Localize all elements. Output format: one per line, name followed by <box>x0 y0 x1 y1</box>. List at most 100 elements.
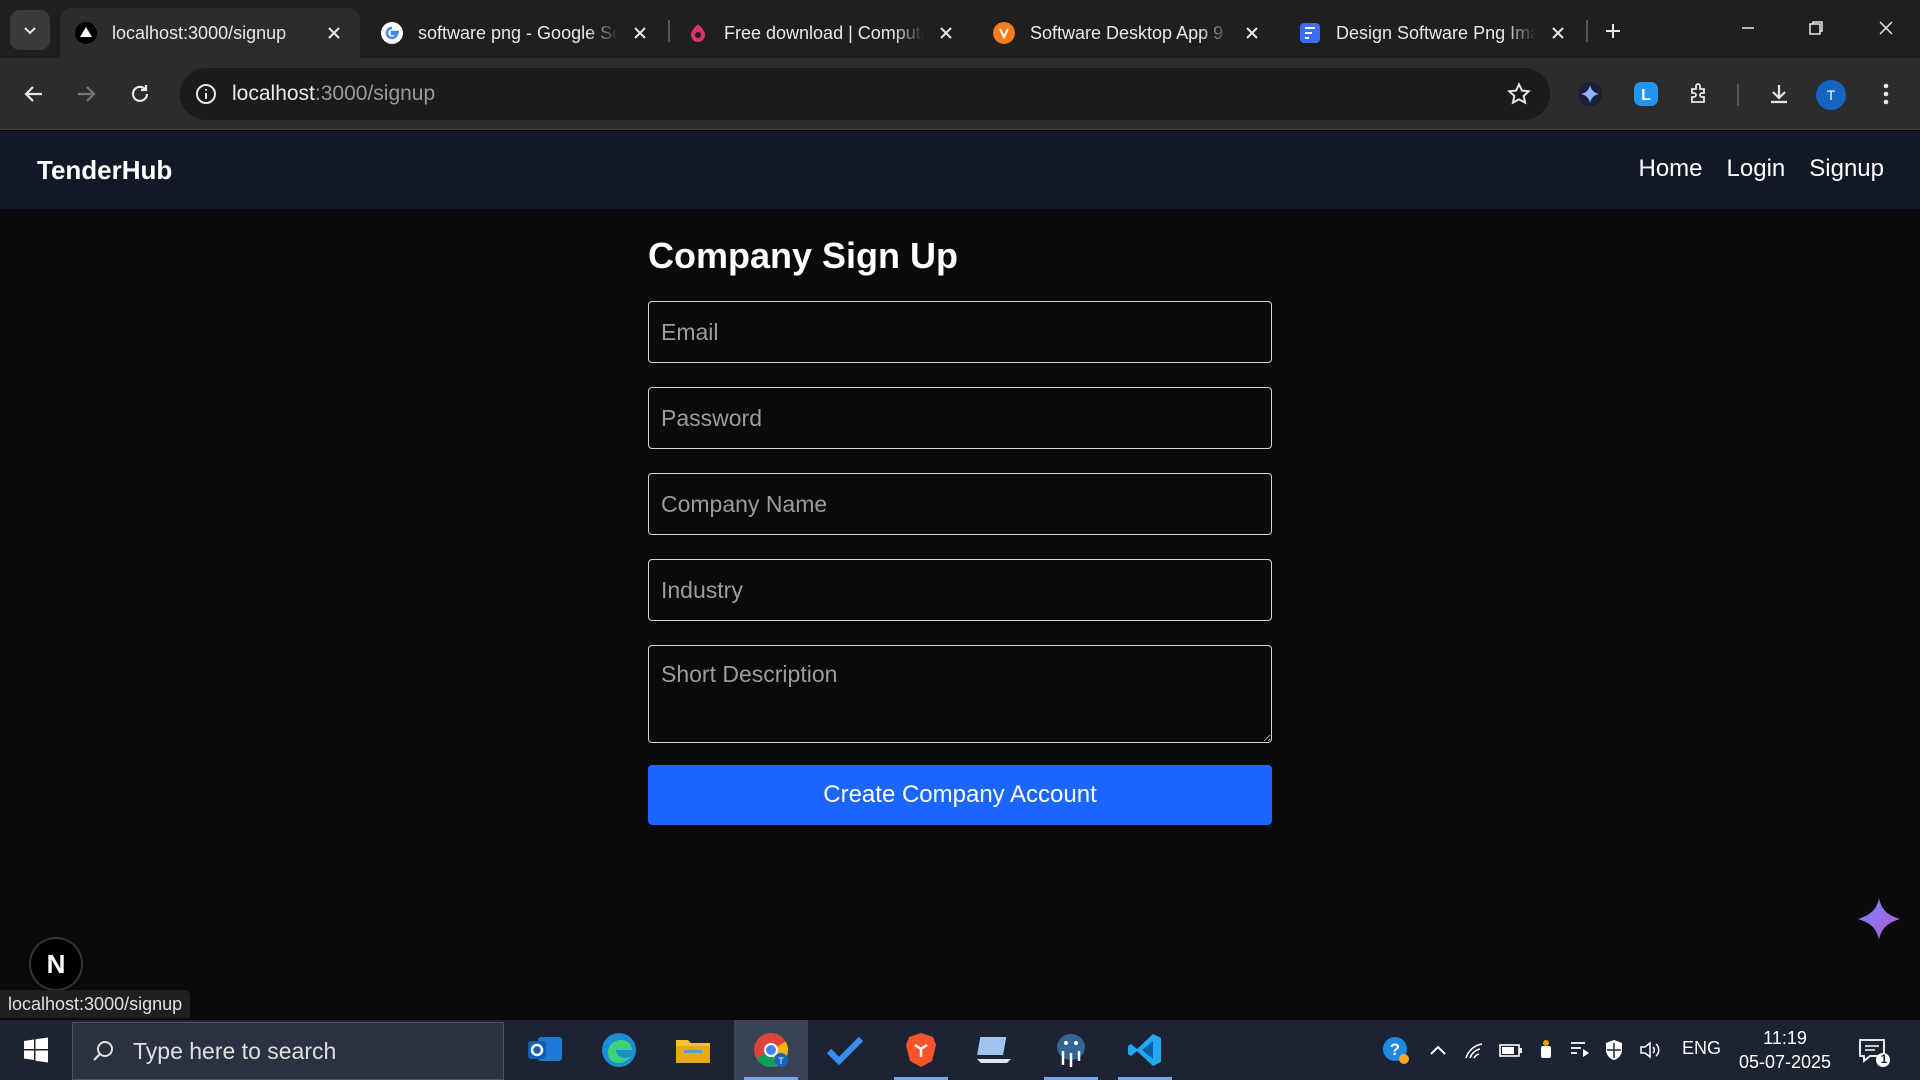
tab-title: Software Desktop App 9 <box>1030 22 1224 43</box>
create-company-account-button[interactable]: Create Company Account <box>648 765 1272 825</box>
toolbar-separator <box>1737 84 1739 106</box>
page-title: Company Sign Up <box>648 235 959 276</box>
back-button[interactable] <box>14 74 54 114</box>
close-window-button[interactable] <box>1862 8 1910 48</box>
chrome-app-icon[interactable]: T <box>734 1020 808 1080</box>
tab-separator <box>1586 20 1588 42</box>
svg-text:T: T <box>778 1056 784 1066</box>
reload-icon <box>131 85 149 102</box>
language-indicator[interactable]: ENG <box>1682 1038 1721 1059</box>
browser-tab-bar: localhost:3000/signup software png - Goo… <box>0 0 1920 58</box>
arrow-left-icon <box>24 86 42 102</box>
volume-icon[interactable] <box>1636 1036 1664 1064</box>
close-icon[interactable] <box>1240 21 1264 45</box>
tab-signup[interactable]: localhost:3000/signup <box>60 8 360 58</box>
tab-title: Design Software Png Images <box>1336 22 1536 43</box>
vercel-triangle-icon <box>74 21 98 45</box>
todo-app-icon[interactable] <box>808 1020 882 1080</box>
orange-logo-icon <box>992 21 1016 45</box>
battery-icon[interactable] <box>1496 1036 1526 1064</box>
taskbar-search-box[interactable]: Type here to search <box>72 1022 504 1080</box>
tab-design-software[interactable]: Design Software Png Images <box>1284 8 1584 58</box>
downloads-icon[interactable] <box>1759 74 1799 114</box>
clock-time: 11:19 <box>1763 1028 1807 1048</box>
restore-icon <box>1809 21 1823 35</box>
close-icon[interactable] <box>628 21 652 45</box>
brand-logo[interactable]: TenderHub <box>37 155 172 186</box>
brave-app-icon[interactable] <box>884 1020 958 1080</box>
chevron-up-icon[interactable] <box>1424 1036 1452 1064</box>
start-button[interactable] <box>14 1030 58 1070</box>
tab-title: Free download | Computer <box>724 22 924 43</box>
reload-button[interactable] <box>120 74 160 114</box>
edge-app-icon[interactable] <box>582 1020 656 1080</box>
nav-link-login[interactable]: Login <box>1727 155 1786 183</box>
tab-title: localhost:3000/signup <box>112 22 287 43</box>
chevron-down-icon <box>24 27 36 35</box>
minimize-icon <box>1742 27 1754 29</box>
url-text: localhost:3000/signup <box>232 82 435 106</box>
security-shield-icon[interactable] <box>1600 1036 1628 1064</box>
clock-date: 05-07-2025 <box>1738 1052 1832 1072</box>
nextjs-dev-badge[interactable]: N <box>29 937 83 991</box>
arrow-right-icon <box>78 86 96 102</box>
power-settings-icon[interactable] <box>1532 1036 1560 1064</box>
blue-doc-icon <box>1298 21 1322 45</box>
postgres-app-icon[interactable] <box>1034 1020 1108 1080</box>
company-name-field[interactable] <box>648 473 1272 535</box>
wifi-icon[interactable] <box>1462 1036 1490 1064</box>
windows-logo-icon <box>24 1037 48 1063</box>
new-tab-button[interactable] <box>1596 14 1630 48</box>
close-icon[interactable] <box>1546 21 1570 45</box>
tab-separator <box>668 20 670 42</box>
search-placeholder: Type here to search <box>133 1037 337 1064</box>
svg-text:?: ? <box>1390 1040 1400 1059</box>
password-field[interactable] <box>648 387 1272 449</box>
plus-icon <box>1606 24 1620 38</box>
google-icon <box>380 21 404 45</box>
close-icon <box>1879 21 1893 35</box>
extensions-puzzle-icon[interactable] <box>1680 74 1720 114</box>
address-bar[interactable]: localhost:3000/signup <box>180 68 1550 120</box>
notification-center-button[interactable]: 1 <box>1856 1034 1892 1070</box>
status-bar-url: localhost:3000/signup <box>0 990 191 1018</box>
company-signup-form: Company Sign Up Create Company Account <box>648 209 1272 825</box>
pinkpng-icon <box>686 21 710 45</box>
menu-kebab-icon[interactable] <box>1866 74 1906 114</box>
help-icon[interactable]: ? <box>1378 1036 1414 1064</box>
tab-free-download[interactable]: Free download | Computer <box>672 8 972 58</box>
url-path: :3000/signup <box>314 82 436 105</box>
industry-field[interactable] <box>648 559 1272 621</box>
laptop-app-icon[interactable] <box>958 1020 1032 1080</box>
profile-avatar[interactable]: T <box>1816 80 1846 110</box>
forward-button[interactable] <box>66 74 106 114</box>
browser-toolbar: localhost:3000/signup L T <box>0 58 1920 130</box>
tab-search-button[interactable] <box>10 10 50 50</box>
tab-software-desktop-app[interactable]: Software Desktop App 9 <box>978 8 1278 58</box>
sparkle-icon[interactable] <box>1856 896 1902 942</box>
restore-button[interactable] <box>1792 8 1840 48</box>
nav-links: Home Login Signup <box>1639 155 1885 183</box>
minimize-button[interactable] <box>1724 8 1772 48</box>
email-field[interactable] <box>648 301 1272 363</box>
search-icon <box>73 1039 133 1063</box>
lastpass-extension-icon[interactable]: L <box>1626 74 1666 114</box>
gemini-extension-icon[interactable] <box>1570 74 1610 114</box>
nav-link-signup[interactable]: Signup <box>1809 155 1884 183</box>
site-navbar: TenderHub Home Login Signup <box>0 131 1920 209</box>
bookmark-star-icon[interactable] <box>1506 81 1532 112</box>
url-host: localhost <box>232 82 315 105</box>
outlook-app-icon[interactable] <box>508 1020 582 1080</box>
vscode-app-icon[interactable] <box>1108 1020 1182 1080</box>
nav-link-home[interactable]: Home <box>1639 155 1703 183</box>
site-info-icon[interactable] <box>180 83 232 105</box>
system-clock[interactable]: 11:19 05-07-2025 <box>1730 1026 1840 1074</box>
close-icon[interactable] <box>934 21 958 45</box>
file-explorer-app-icon[interactable] <box>656 1020 730 1080</box>
display-cast-icon[interactable] <box>1566 1036 1594 1064</box>
notification-count: 1 <box>1880 1052 1888 1066</box>
tab-google-search[interactable]: software png - Google Search <box>366 8 666 58</box>
close-icon[interactable] <box>322 21 346 45</box>
short-description-field[interactable] <box>648 645 1272 743</box>
windows-taskbar: Type here to search T ? ENG 11:19 05-07-… <box>0 1020 1920 1080</box>
